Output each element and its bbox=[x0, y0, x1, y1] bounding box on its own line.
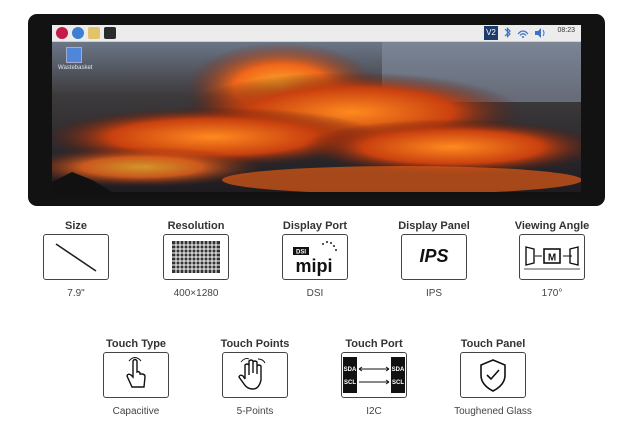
spec-value: 7.9" bbox=[67, 288, 85, 299]
spec-value: 400×1280 bbox=[173, 288, 219, 299]
file-manager-icon[interactable] bbox=[88, 27, 100, 39]
spec-title: Size bbox=[64, 220, 87, 232]
dsi-mipi-icon: DSI mipi bbox=[282, 234, 348, 280]
icon-sda-right: SDA bbox=[392, 367, 405, 373]
spec-title: Touch Panel bbox=[460, 338, 526, 350]
browser-icon[interactable] bbox=[72, 27, 84, 39]
spec-value: Capacitive bbox=[112, 406, 160, 417]
ips-icon: IPS bbox=[401, 234, 467, 280]
icon-scl-left: SCL bbox=[344, 380, 356, 386]
spec-value: Toughened Glass bbox=[454, 406, 532, 417]
spec-title: Display Port bbox=[282, 220, 348, 232]
icon-viewing-text: M bbox=[548, 253, 556, 264]
i2c-port-icon: SDA SCL SDA SCL bbox=[341, 352, 407, 398]
finger-touch-icon bbox=[103, 352, 169, 398]
spec-title: Viewing Angle bbox=[514, 220, 590, 232]
spec-title: Resolution bbox=[167, 220, 225, 232]
icon-ips-text: IPS bbox=[419, 246, 449, 266]
spec-value: IPS bbox=[425, 288, 443, 299]
wastebasket-icon[interactable] bbox=[66, 47, 82, 63]
system-tray-icons[interactable] bbox=[502, 26, 562, 40]
vnc-icon[interactable]: V2 bbox=[484, 26, 498, 40]
diagonal-line-icon bbox=[43, 234, 109, 280]
icon-dsi-text: DSI bbox=[296, 250, 306, 256]
spec-value: I2C bbox=[366, 406, 382, 417]
spec-title: Touch Type bbox=[105, 338, 167, 350]
raspberry-menu-icon[interactable] bbox=[56, 27, 68, 39]
icon-sda-left: SDA bbox=[344, 367, 357, 373]
icon-scl-right: SCL bbox=[392, 380, 404, 386]
clock: 08:23 bbox=[557, 27, 575, 34]
spec-title: Touch Points bbox=[220, 338, 290, 350]
five-finger-hand-icon bbox=[222, 352, 288, 398]
taskbar: V2 08:23 bbox=[52, 25, 581, 42]
terminal-icon[interactable] bbox=[104, 27, 116, 39]
spec-value: DSI bbox=[306, 288, 324, 299]
spec-title: Display Panel bbox=[398, 220, 470, 232]
pixel-grid-icon bbox=[163, 234, 229, 280]
shield-check-icon bbox=[460, 352, 526, 398]
spec-value: 170° bbox=[541, 288, 563, 299]
desktop-icon-label[interactable]: Wastebasket bbox=[58, 65, 92, 71]
viewing-angle-icon: M bbox=[519, 234, 585, 280]
spec-value: 5-Points bbox=[236, 406, 274, 417]
screen: Wastebasket V2 08:23 bbox=[52, 25, 581, 195]
spec-title: Touch Port bbox=[345, 338, 403, 350]
icon-mipi-text: mipi bbox=[295, 256, 332, 276]
sunset-wallpaper bbox=[52, 42, 581, 195]
